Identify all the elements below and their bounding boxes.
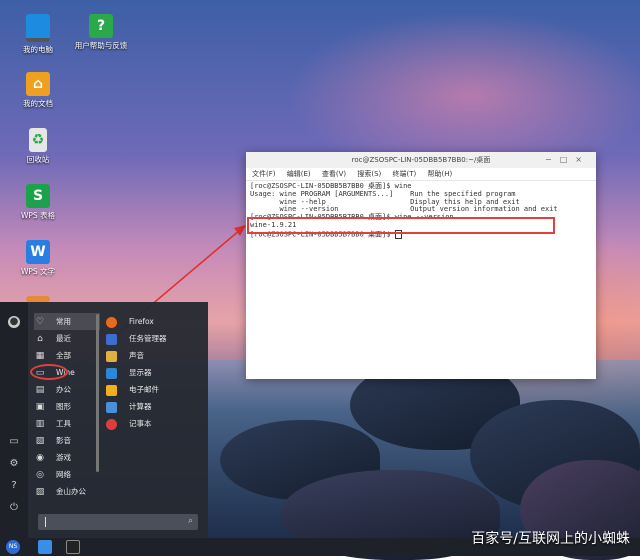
app-task-manager[interactable]: 任务管理器 (106, 330, 167, 347)
toolbox-icon: ▥ (35, 419, 45, 429)
notepad-icon (106, 418, 117, 430)
power-icon[interactable]: ⏻ (8, 502, 20, 514)
category-label: 图形 (56, 402, 71, 411)
terminal-icon[interactable] (66, 540, 80, 554)
category-label: 游戏 (56, 453, 71, 462)
menu-search-input[interactable]: ⌕ (38, 514, 198, 530)
window-controls: −□× (545, 152, 590, 168)
sound-icon (106, 350, 117, 362)
grid-icon: ▦ (35, 351, 45, 361)
app-label: 显示器 (129, 368, 152, 377)
app-label: 声音 (129, 351, 144, 360)
annotation-circle (30, 364, 68, 380)
category-favorites[interactable]: ♡ 常用 (34, 313, 100, 330)
menu-help[interactable]: 帮助(H) (427, 170, 452, 178)
app-notepad[interactable]: 记事本 (106, 415, 152, 432)
category-graphics[interactable]: ▣ 图形 (34, 398, 100, 415)
category-label: 常用 (56, 317, 71, 326)
user-avatar-icon[interactable]: ● (8, 316, 20, 328)
category-label: 最近 (56, 334, 71, 343)
app-sound[interactable]: 声音 (106, 347, 144, 364)
menu-view[interactable]: 查看(V) (322, 170, 346, 178)
close-icon[interactable]: × (575, 155, 590, 164)
text-caret (45, 517, 46, 527)
heart-icon: ♡ (35, 317, 45, 327)
app-email[interactable]: 电子邮件 (106, 381, 159, 398)
watermark-text: 百家号/互联网上的小蜘蛛 (471, 531, 630, 547)
menu-edit[interactable]: 编辑(E) (287, 170, 311, 178)
menu-terminal[interactable]: 终端(T) (393, 170, 417, 178)
category-label: 办公 (56, 385, 71, 394)
kingsoft-icon: ▨ (35, 487, 45, 497)
start-menu-rail: ● ▭ ⚙ ? ⏻ (0, 302, 28, 538)
firefox-icon (106, 316, 117, 328)
category-recent[interactable]: ⌂ 最近 (34, 330, 100, 347)
settings-icon[interactable]: ⚙ (8, 458, 20, 470)
category-media[interactable]: ▧ 影音 (34, 432, 100, 449)
home-icon: ⌂ (37, 334, 43, 344)
category-tools[interactable]: ▥ 工具 (34, 415, 100, 432)
app-label: 任务管理器 (129, 334, 167, 343)
category-label: 工具 (56, 419, 71, 428)
film-icon: ▧ (35, 436, 45, 446)
terminal-titlebar[interactable]: roc@ZSOSPC-LIN-05DBB5B7BB0:~/桌面 −□× (246, 152, 596, 168)
category-label: 全部 (56, 351, 71, 360)
app-label: 计算器 (129, 402, 152, 411)
menu-file[interactable]: 文件(F) (252, 170, 276, 178)
email-icon (106, 384, 117, 396)
help-icon[interactable]: ? (8, 480, 20, 492)
briefcase-icon: ▤ (35, 385, 45, 395)
start-button[interactable]: NS (6, 540, 20, 554)
app-display[interactable]: 显示器 (106, 364, 152, 381)
terminal-menubar: 文件(F) 编辑(E) 查看(V) 搜索(S) 终端(T) 帮助(H) (246, 168, 596, 181)
menu-search[interactable]: 搜索(S) (357, 170, 381, 178)
start-menu: ● ▭ ⚙ ? ⏻ ♡ 常用 ⌂ 最近 ▦ 全部 ▭ Wine ▤ 办公 ▣ 图形 ▥ 工具 … (0, 302, 208, 538)
category-label: 网络 (56, 470, 71, 479)
maximize-icon[interactable]: □ (560, 155, 576, 164)
category-label: 影音 (56, 436, 71, 445)
calculator-icon (106, 401, 117, 413)
category-label: 金山办公 (56, 487, 86, 496)
app-calculator[interactable]: 计算器 (106, 398, 152, 415)
annotation-highlight-box (247, 217, 555, 234)
category-network[interactable]: ◎ 网络 (34, 466, 100, 483)
app-label: 记事本 (129, 419, 152, 428)
minimize-icon[interactable]: − (545, 155, 560, 164)
task-manager-icon (106, 333, 117, 345)
computer-icon[interactable]: ▭ (8, 436, 20, 448)
file-manager-icon[interactable] (38, 540, 52, 554)
category-scrollbar[interactable] (96, 314, 99, 472)
category-all[interactable]: ▦ 全部 (34, 347, 100, 364)
category-games[interactable]: ◉ 游戏 (34, 449, 100, 466)
search-icon[interactable]: ⌕ (188, 516, 193, 526)
terminal-window[interactable]: roc@ZSOSPC-LIN-05DBB5B7BB0:~/桌面 −□× 文件(F… (246, 152, 596, 379)
gamepad-icon: ◉ (36, 453, 44, 463)
globe-icon: ◎ (36, 470, 44, 480)
app-label: Firefox (129, 317, 154, 326)
display-icon (106, 367, 117, 379)
app-label: 电子邮件 (129, 385, 159, 394)
app-firefox[interactable]: Firefox (106, 313, 154, 330)
category-office[interactable]: ▤ 办公 (34, 381, 100, 398)
image-icon: ▣ (35, 402, 45, 412)
terminal-title: roc@ZSOSPC-LIN-05DBB5B7BB0:~/桌面 (351, 156, 491, 164)
category-kingsoft[interactable]: ▨ 金山办公 (34, 483, 100, 500)
